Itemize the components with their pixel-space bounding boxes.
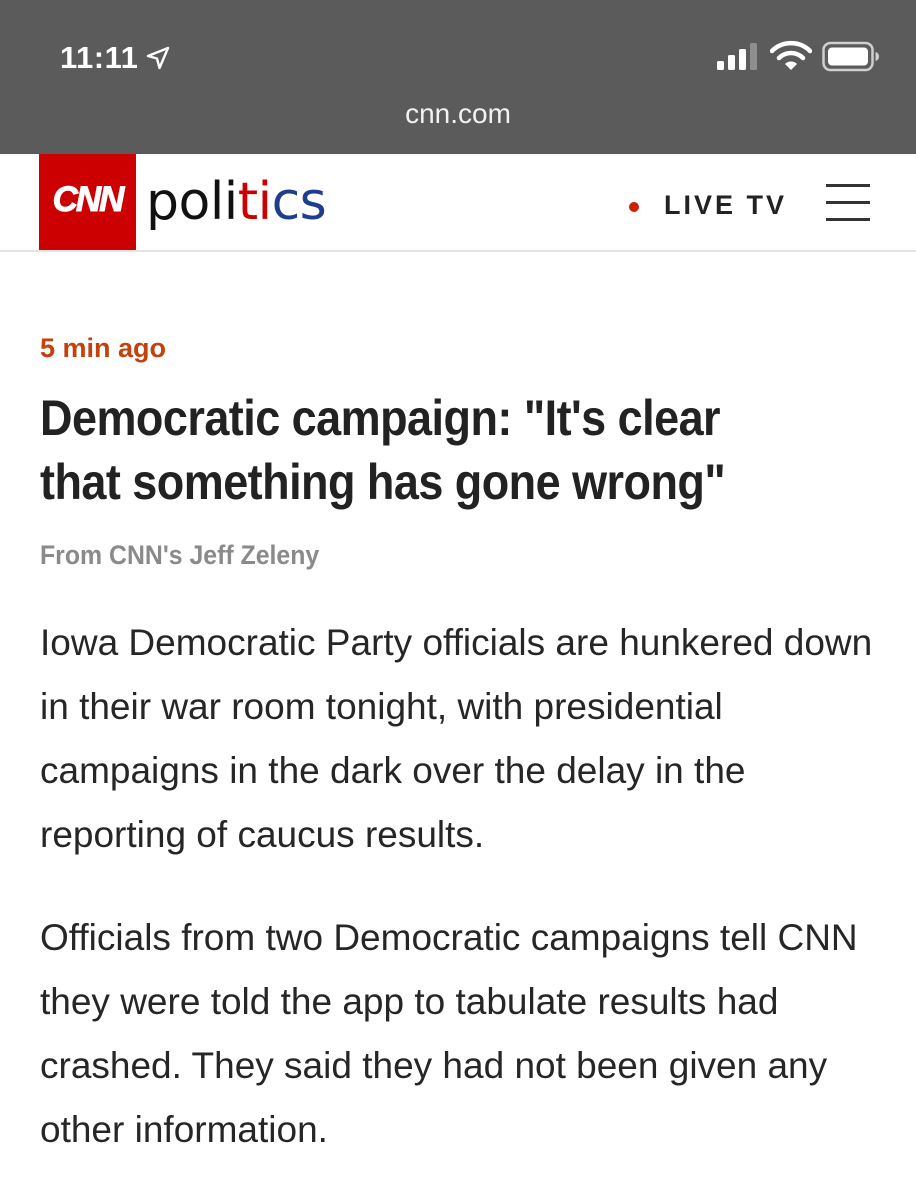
section-title-part2: ti <box>237 172 272 232</box>
url-bar[interactable]: cnn.com <box>0 98 916 130</box>
browser-top-bar: 11:11 cnn.com <box>0 0 916 154</box>
article-paragraph: Officials from two Democratic campaigns … <box>40 917 858 1150</box>
cnn-logo[interactable]: CNN <box>39 154 136 250</box>
hamburger-menu-icon[interactable] <box>826 184 870 222</box>
live-tv-link[interactable]: LIVE TV <box>664 187 787 223</box>
cnn-logo-text: CNN <box>52 180 125 220</box>
wifi-icon <box>770 40 812 70</box>
article-paragraph: Iowa Democratic Party officials are hunk… <box>40 622 873 855</box>
cellular-signal-icon <box>717 43 757 70</box>
section-title-part3: cs <box>271 172 327 232</box>
section-title-part1: poli <box>146 172 238 232</box>
article-headline: Democratic campaign: "It's clear that so… <box>40 390 726 510</box>
post-timestamp: 5 min ago <box>40 333 167 363</box>
battery-icon <box>822 41 879 72</box>
article-byline: From CNN's Jeff Zeleny <box>40 540 320 570</box>
status-time: 11:11 <box>60 40 139 75</box>
location-arrow-icon <box>146 46 170 70</box>
section-title-politics[interactable]: politics <box>146 164 327 240</box>
live-indicator-dot <box>629 202 639 212</box>
site-header: CNN politics LIVE TV <box>0 154 916 252</box>
